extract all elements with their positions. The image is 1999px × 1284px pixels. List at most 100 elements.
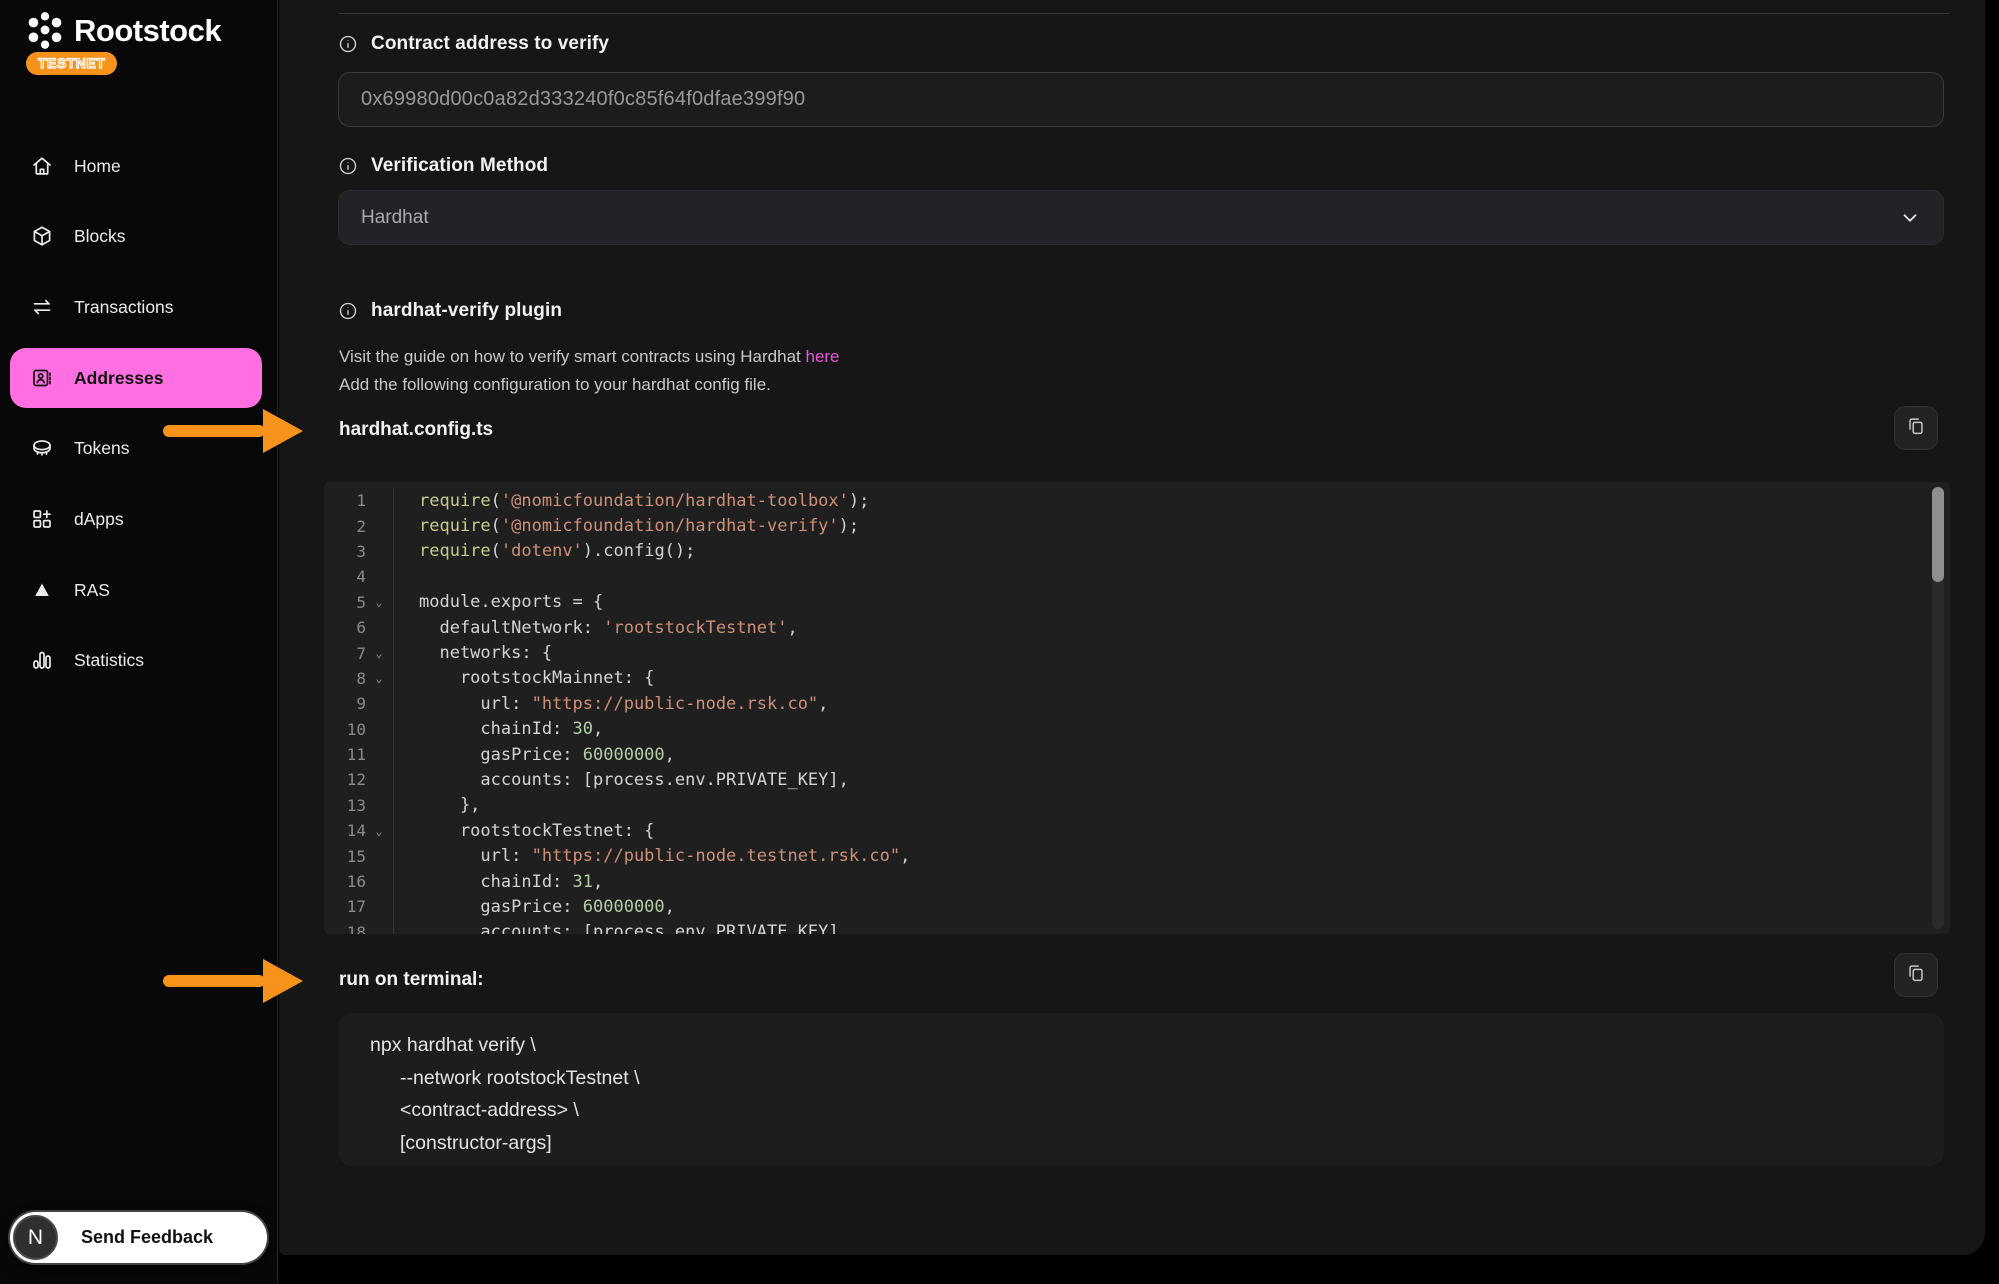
- terminal-command-line: <contract-address> \: [370, 1099, 1944, 1132]
- info-icon[interactable]: [338, 301, 358, 321]
- blocks-icon: [30, 224, 54, 248]
- brand-name: Rootstock: [74, 13, 221, 49]
- info-icon[interactable]: [338, 156, 358, 176]
- guide-link[interactable]: here: [805, 347, 839, 366]
- fold-chevron-icon[interactable]: ⌄: [366, 673, 392, 683]
- line-number: 2: [324, 517, 366, 536]
- config-file-title: hardhat.config.ts: [339, 419, 493, 441]
- line-number: 7: [324, 644, 366, 663]
- code-text: accounts: [process.env.PRIVATE_KEY],: [394, 770, 849, 790]
- sidebar-item-ras[interactable]: RAS: [10, 560, 262, 620]
- top-divider: [339, 13, 1949, 14]
- code-line: 14⌄ rootstockTestnet: {: [324, 818, 1950, 843]
- sidebar-item-label: Transactions: [74, 297, 174, 318]
- code-gutter: 7⌄: [324, 640, 394, 665]
- terminal-command-line: --network rootstockTestnet \: [370, 1067, 1944, 1100]
- line-number: 16: [324, 872, 366, 891]
- fold-chevron-icon[interactable]: ⌄: [366, 826, 392, 836]
- copy-icon: [1905, 415, 1927, 442]
- code-text: url: "https://public-node.testnet.rsk.co…: [394, 846, 910, 866]
- sidebar-item-label: Statistics: [74, 650, 144, 671]
- info-icon[interactable]: [338, 34, 358, 54]
- code-line: 17 gasPrice: 60000000,: [324, 894, 1950, 919]
- plugin-config-line: Add the following configuration to your …: [339, 371, 771, 399]
- transactions-icon: [30, 295, 54, 319]
- sidebar-item-addresses[interactable]: Addresses: [10, 348, 262, 408]
- code-gutter: 14⌄: [324, 818, 394, 843]
- code-scrollbar-track[interactable]: [1932, 487, 1944, 929]
- sidebar-item-home[interactable]: Home: [10, 136, 262, 196]
- code-text: chainId: 30,: [394, 719, 603, 739]
- code-line: 10 chainId: 30,: [324, 717, 1950, 742]
- line-number: 14: [324, 821, 366, 840]
- feedback-label: Send Feedback: [81, 1227, 213, 1248]
- contract-address-label-row: Contract address to verify: [338, 33, 609, 55]
- code-text: accounts: [process.env.PRIVATE_KEY],: [394, 922, 849, 934]
- code-line: 13 },: [324, 793, 1950, 818]
- code-text: chainId: 31,: [394, 872, 603, 892]
- feedback-avatar: N: [13, 1215, 58, 1260]
- verification-method-select[interactable]: Hardhat: [338, 190, 1944, 245]
- line-number: 11: [324, 745, 366, 764]
- terminal-command-line: npx hardhat verify \: [370, 1034, 1944, 1067]
- sidebar-item-label: Tokens: [74, 438, 129, 459]
- send-feedback-button[interactable]: N Send Feedback: [10, 1212, 267, 1263]
- code-line: 15 url: "https://public-node.testnet.rsk…: [324, 843, 1950, 868]
- sidebar-item-label: RAS: [74, 580, 110, 601]
- code-gutter: 1: [324, 488, 394, 513]
- code-line: 1require('@nomicfoundation/hardhat-toolb…: [324, 488, 1950, 513]
- code-gutter: 18: [324, 920, 394, 934]
- copy-config-button[interactable]: [1894, 406, 1938, 450]
- main-panel: Contract address to verify 0x69980d00c0a…: [279, 0, 1985, 1255]
- code-line: 12 accounts: [process.env.PRIVATE_KEY],: [324, 767, 1950, 792]
- code-text: rootstockTestnet: {: [394, 821, 654, 841]
- sidebar-item-transactions[interactable]: Transactions: [10, 277, 262, 337]
- line-number: 9: [324, 694, 366, 713]
- sidebar-item-statistics[interactable]: Statistics: [10, 630, 262, 690]
- code-line: 4: [324, 564, 1950, 589]
- code-gutter: 6: [324, 615, 394, 640]
- fold-chevron-icon[interactable]: ⌄: [366, 597, 392, 607]
- rootstock-logo[interactable]: Rootstock: [24, 10, 221, 52]
- code-gutter: 9: [324, 691, 394, 716]
- code-gutter: 15: [324, 843, 394, 868]
- plugin-guide-line: Visit the guide on how to verify smart c…: [339, 343, 840, 371]
- code-text: gasPrice: 60000000,: [394, 745, 675, 765]
- copy-command-button[interactable]: [1894, 953, 1938, 997]
- code-gutter: 13: [324, 793, 394, 818]
- sidebar-item-label: Home: [74, 156, 121, 177]
- fold-chevron-icon[interactable]: ⌄: [366, 648, 392, 658]
- line-number: 8: [324, 669, 366, 688]
- addresses-icon: [30, 366, 54, 390]
- code-gutter: 11: [324, 742, 394, 767]
- code-gutter: 10: [324, 717, 394, 742]
- chevron-down-icon: [1899, 207, 1921, 235]
- contract-address-label: Contract address to verify: [371, 33, 609, 55]
- line-number: 18: [324, 923, 366, 934]
- code-line: 7⌄ networks: {: [324, 640, 1950, 665]
- line-number: 12: [324, 770, 366, 789]
- plugin-guide-text: Visit the guide on how to verify smart c…: [339, 347, 805, 366]
- sidebar-item-blocks[interactable]: Blocks: [10, 206, 262, 266]
- line-number: 5: [324, 593, 366, 612]
- contract-address-input[interactable]: 0x69980d00c0a82d333240f0c85f64f0dfae399f…: [338, 72, 1944, 127]
- code-gutter: 5⌄: [324, 590, 394, 615]
- line-number: 3: [324, 542, 366, 561]
- line-number: 13: [324, 796, 366, 815]
- code-line: 5⌄module.exports = {: [324, 590, 1950, 615]
- terminal-command-line: [constructor-args]: [370, 1132, 1944, 1165]
- code-gutter: 3: [324, 539, 394, 564]
- contract-address-value: 0x69980d00c0a82d333240f0c85f64f0dfae399f…: [361, 88, 805, 111]
- code-gutter: 12: [324, 767, 394, 792]
- code-line: 16 chainId: 31,: [324, 869, 1950, 894]
- sidebar-item-dapps[interactable]: dApps: [10, 489, 262, 549]
- code-text: require('@nomicfoundation/hardhat-toolbo…: [394, 491, 869, 511]
- code-text: rootstockMainnet: {: [394, 668, 654, 688]
- line-number: 4: [324, 567, 366, 586]
- line-number: 10: [324, 720, 366, 739]
- code-text: networks: {: [394, 643, 552, 663]
- sidebar-item-tokens[interactable]: Tokens: [10, 418, 262, 478]
- code-line: 8⌄ rootstockMainnet: {: [324, 666, 1950, 691]
- code-scrollbar-thumb[interactable]: [1932, 487, 1944, 582]
- code-gutter: 4: [324, 564, 394, 589]
